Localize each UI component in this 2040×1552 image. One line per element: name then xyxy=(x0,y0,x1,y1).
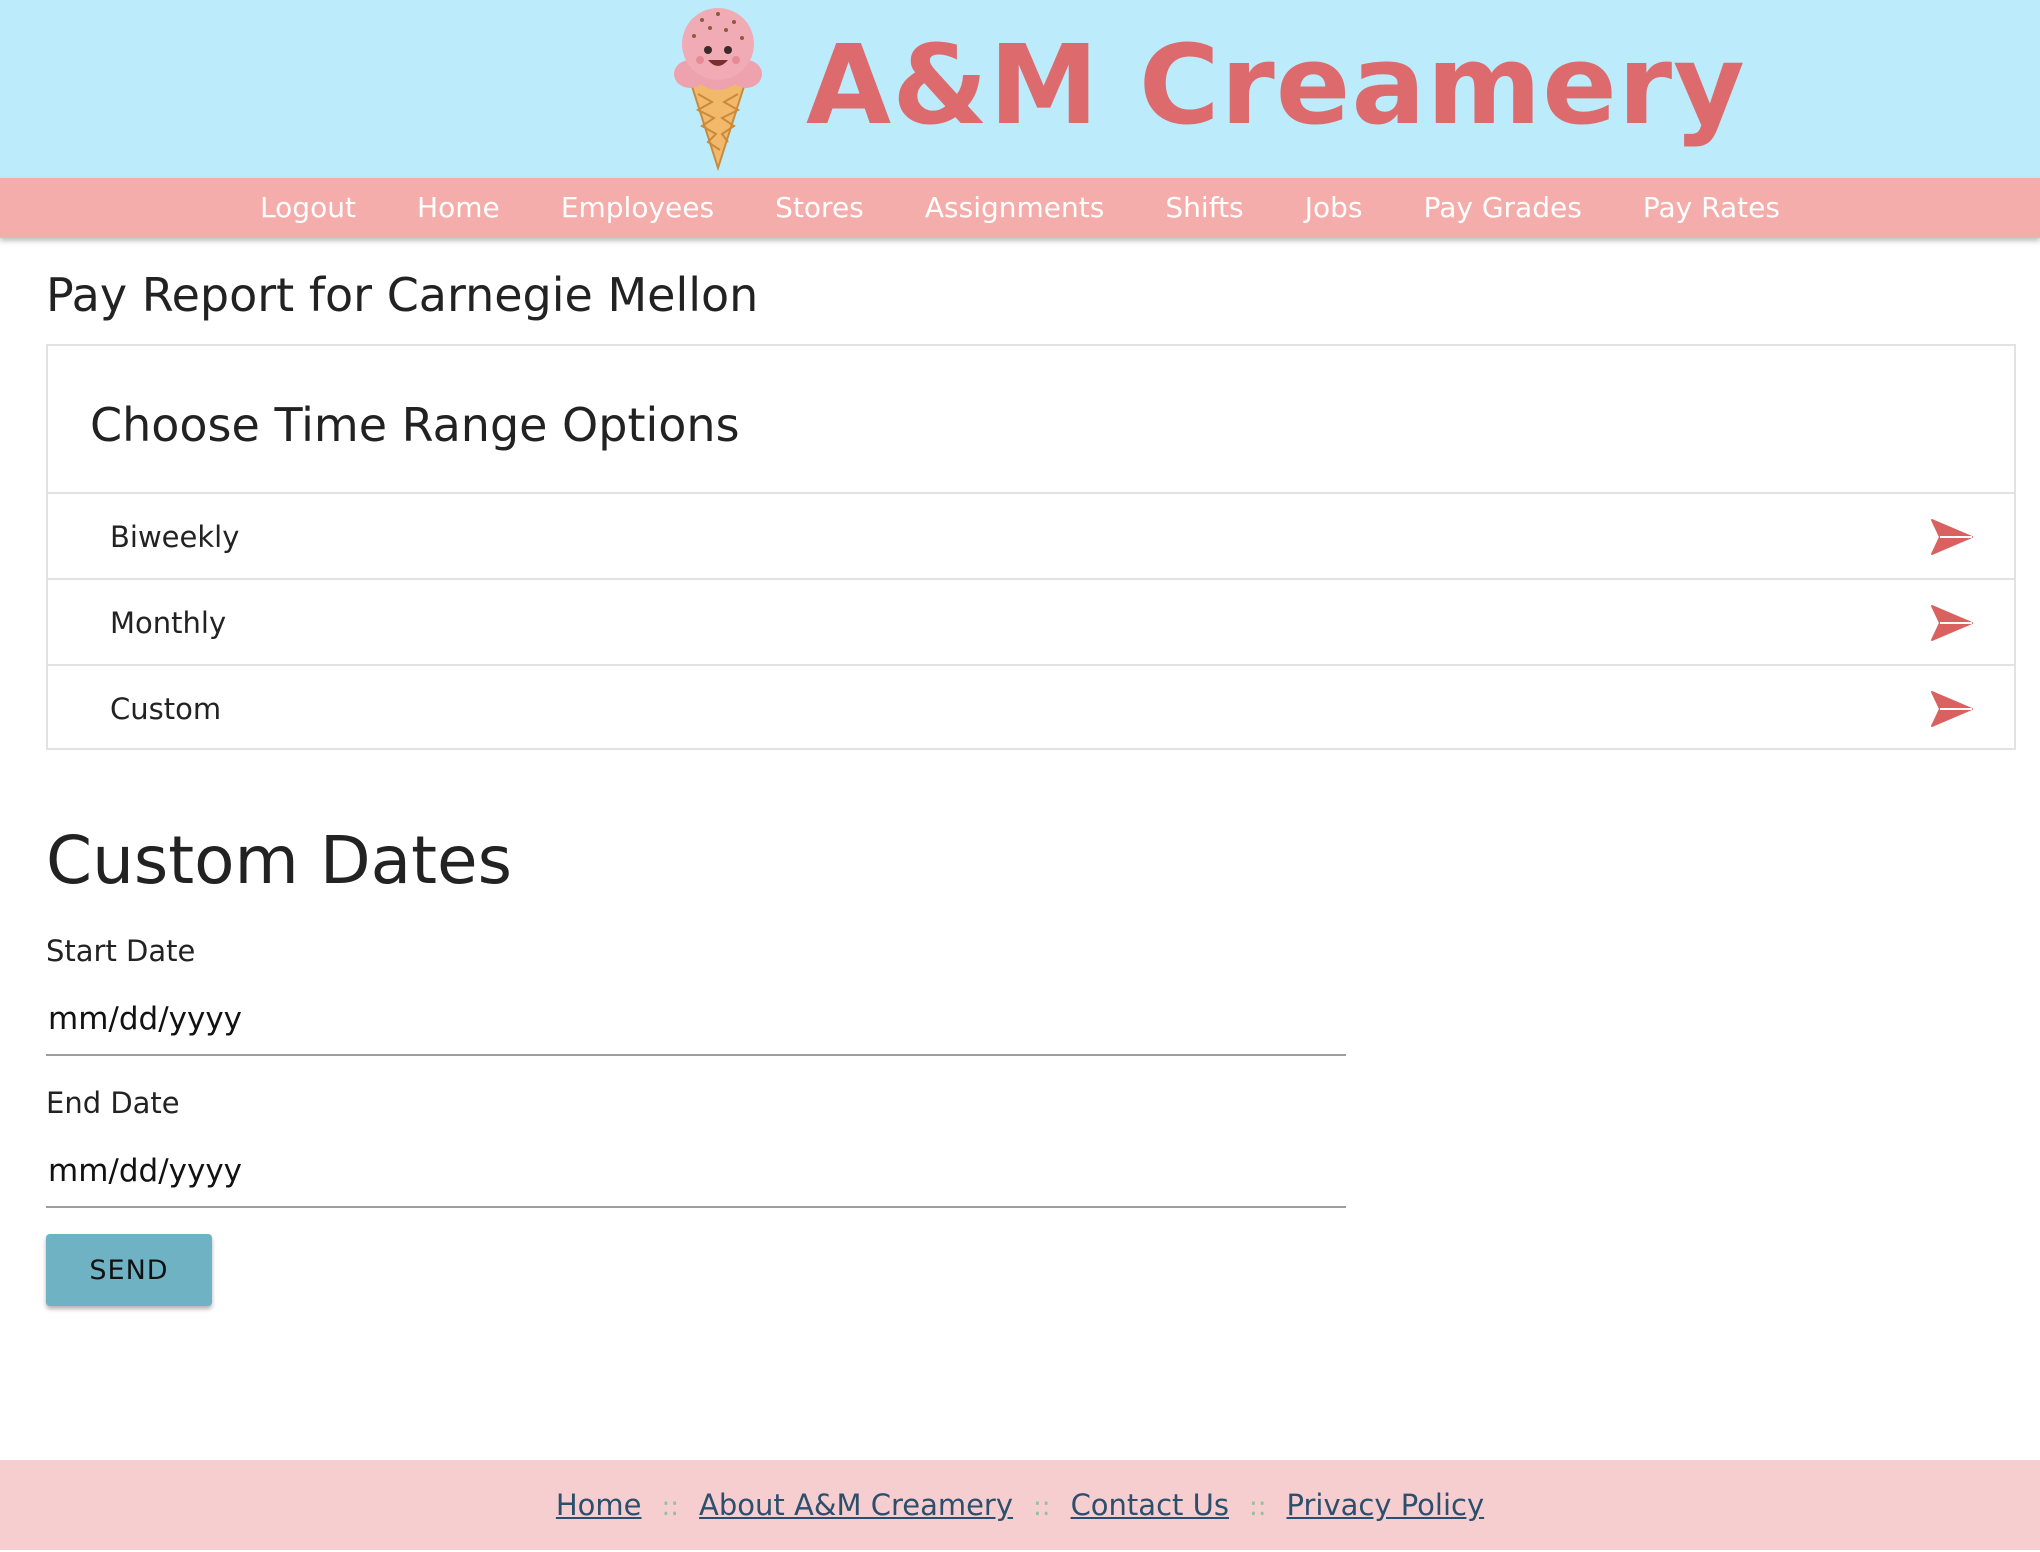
site-footer: Home:: About A&M Creamery:: Contact Us:: Pr… xyxy=(0,1460,2040,1550)
footer-separator: :: xyxy=(661,1492,680,1522)
nav-item-stores[interactable]: Stores xyxy=(775,178,864,238)
time-range-panel: Choose Time Range Options Biweekly Month… xyxy=(46,344,2016,750)
send-arrow-icon[interactable] xyxy=(1930,518,1974,556)
panel-title: Choose Time Range Options xyxy=(90,398,740,452)
option-monthly[interactable]: Monthly xyxy=(48,580,2014,666)
ice-cream-cone-icon[interactable] xyxy=(668,2,768,172)
start-date-label: Start Date xyxy=(46,934,196,968)
option-custom[interactable]: Custom xyxy=(48,666,2014,752)
end-date-input[interactable] xyxy=(46,1136,1346,1208)
nav-item-home[interactable]: Home xyxy=(417,178,500,238)
send-button[interactable]: SEND xyxy=(46,1234,212,1306)
start-date-input[interactable] xyxy=(46,984,1346,1056)
site-header: A&M Creamery xyxy=(0,0,2040,178)
panel-header: Choose Time Range Options xyxy=(48,346,2014,494)
footer-link-contact[interactable]: Contact Us xyxy=(1071,1488,1229,1522)
nav-item-jobs[interactable]: Jobs xyxy=(1305,178,1363,238)
footer-links: Home:: About A&M Creamery:: Contact Us:: Pr… xyxy=(0,1460,2040,1552)
nav-item-pay-grades[interactable]: Pay Grades xyxy=(1424,178,1582,238)
option-label: Monthly xyxy=(110,606,227,640)
footer-link-privacy[interactable]: Privacy Policy xyxy=(1286,1488,1484,1522)
nav-item-shifts[interactable]: Shifts xyxy=(1165,178,1243,238)
footer-link-home[interactable]: Home xyxy=(556,1488,642,1522)
option-label: Biweekly xyxy=(110,520,240,554)
nav-item-pay-rates[interactable]: Pay Rates xyxy=(1643,178,1780,238)
main-nav: Logout Home Employees Stores Assignments… xyxy=(0,178,2040,238)
footer-link-about[interactable]: About A&M Creamery xyxy=(699,1488,1013,1522)
option-biweekly[interactable]: Biweekly xyxy=(48,494,2014,580)
option-label: Custom xyxy=(110,692,222,726)
footer-separator: :: xyxy=(1033,1492,1051,1522)
send-arrow-icon[interactable] xyxy=(1930,604,1974,642)
nav-item-employees[interactable]: Employees xyxy=(561,178,714,238)
custom-dates-title: Custom Dates xyxy=(46,822,512,899)
send-arrow-icon[interactable] xyxy=(1930,690,1974,728)
site-title[interactable]: A&M Creamery xyxy=(806,30,1746,140)
end-date-label: End Date xyxy=(46,1086,180,1120)
nav-item-assignments[interactable]: Assignments xyxy=(925,178,1104,238)
footer-separator: :: xyxy=(1248,1492,1267,1522)
nav-item-logout[interactable]: Logout xyxy=(260,178,356,238)
page-title: Pay Report for Carnegie Mellon xyxy=(46,268,759,322)
